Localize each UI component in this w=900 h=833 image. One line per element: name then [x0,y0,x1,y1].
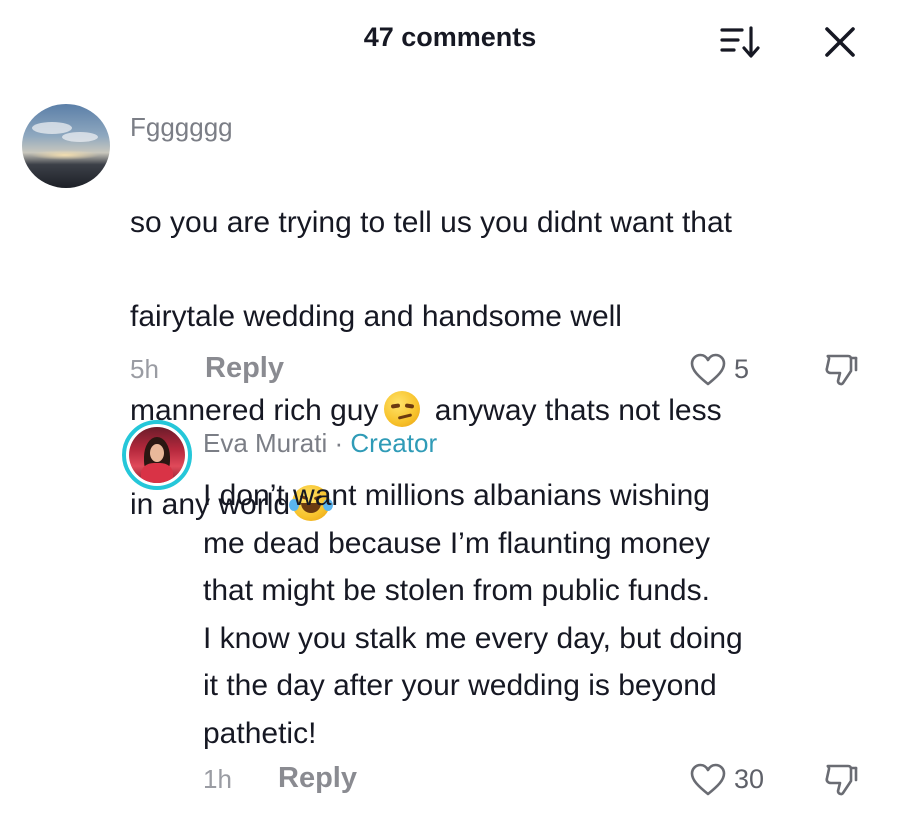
reply-dislike-button[interactable] [822,760,862,800]
heart-icon [690,353,726,386]
heart-icon [690,763,726,796]
username-separator: · [334,428,344,458]
comments-sheet: 47 comments Fgggggg so you are trying to… [0,0,900,833]
commenter-avatar[interactable] [22,104,110,188]
sort-icon [720,26,760,58]
sort-button[interactable] [718,22,762,62]
close-icon [825,27,855,57]
comment-text-line: so you are trying to tell us you didnt w… [130,206,733,239]
comment-dislike-button[interactable] [822,350,862,390]
commenter-username[interactable]: Fgggggg [130,112,233,143]
reply-reply-button[interactable]: Reply [278,762,357,795]
comment-like-count: 5 [734,354,750,384]
comments-header: 47 comments [0,0,900,82]
reply-username[interactable]: Eva Murati [203,428,327,458]
creator-avatar[interactable] [122,420,192,490]
comment-reply-button[interactable]: Reply [205,352,284,385]
thumbs-down-icon [825,764,858,796]
comment-text-line: mannered rich guy anyway thats not less [130,387,890,434]
smirk-emoji-icon [384,391,421,428]
creator-badge: Creator [350,428,438,458]
reply-like-count: 30 [734,764,765,794]
comment-like-button[interactable]: 5 [690,350,760,390]
close-button[interactable] [818,20,862,64]
reply-timestamp: 1h [203,764,232,794]
thumbs-down-icon [825,354,858,386]
comment-timestamp: 5h [130,354,159,384]
reply-like-button[interactable]: 30 [690,760,770,800]
comment-text-line: fairytale wedding and handsome well [130,300,622,333]
reply-text: I don’t want millions albanians wishing … [203,479,743,750]
reply-author-line: Eva Murati · Creator [203,428,437,459]
comments-count-title: 47 comments [363,22,537,52]
comment-text-segment: anyway thats not less [426,394,722,427]
